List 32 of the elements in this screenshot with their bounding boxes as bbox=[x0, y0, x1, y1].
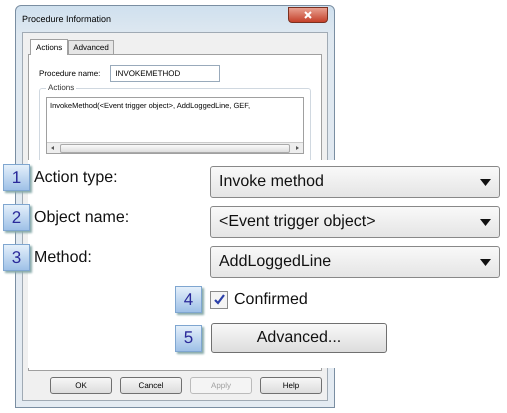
field-label: Object name: bbox=[34, 208, 130, 226]
confirmed-checkbox[interactable] bbox=[210, 290, 228, 308]
procedure-name-label: Procedure name: bbox=[39, 69, 100, 78]
scroll-right-icon[interactable] bbox=[294, 145, 300, 151]
step-number: 4 bbox=[175, 286, 202, 313]
tab[interactable]: Actions bbox=[30, 39, 68, 55]
field-label: Method: bbox=[34, 248, 92, 266]
check-icon bbox=[212, 293, 226, 306]
step-number: 2 bbox=[3, 204, 30, 231]
field-label: Action type: bbox=[34, 168, 118, 186]
window-title: Procedure Information bbox=[22, 14, 112, 24]
close-button[interactable] bbox=[288, 7, 328, 23]
checkbox-label: Confirmed bbox=[234, 290, 308, 308]
step-number: 1 bbox=[3, 164, 30, 191]
dialog-button[interactable]: Help bbox=[260, 377, 322, 394]
scroll-left-icon[interactable] bbox=[50, 145, 56, 151]
dropdown[interactable]: <Event trigger object> bbox=[210, 206, 500, 238]
horizontal-scrollbar[interactable] bbox=[47, 142, 303, 153]
dropdown[interactable]: AddLoggedLine bbox=[210, 246, 500, 278]
tab[interactable]: Advanced bbox=[68, 40, 114, 54]
step-number: 3 bbox=[3, 244, 30, 271]
step-number: 5 bbox=[175, 324, 202, 352]
dropdown-arrow-icon bbox=[480, 218, 491, 226]
close-icon bbox=[304, 11, 312, 19]
dialog-button[interactable]: Cancel bbox=[120, 377, 182, 394]
advanced-button[interactable]: Advanced... bbox=[211, 323, 387, 353]
dropdown-arrow-icon bbox=[480, 178, 491, 186]
group-title: Actions bbox=[46, 83, 76, 92]
procedure-name-field[interactable]: INVOKEMETHOD bbox=[110, 65, 220, 82]
dropdown[interactable]: Invoke method bbox=[210, 166, 500, 198]
dialog-button[interactable]: OK bbox=[50, 377, 112, 394]
dropdown-arrow-icon bbox=[480, 258, 491, 266]
